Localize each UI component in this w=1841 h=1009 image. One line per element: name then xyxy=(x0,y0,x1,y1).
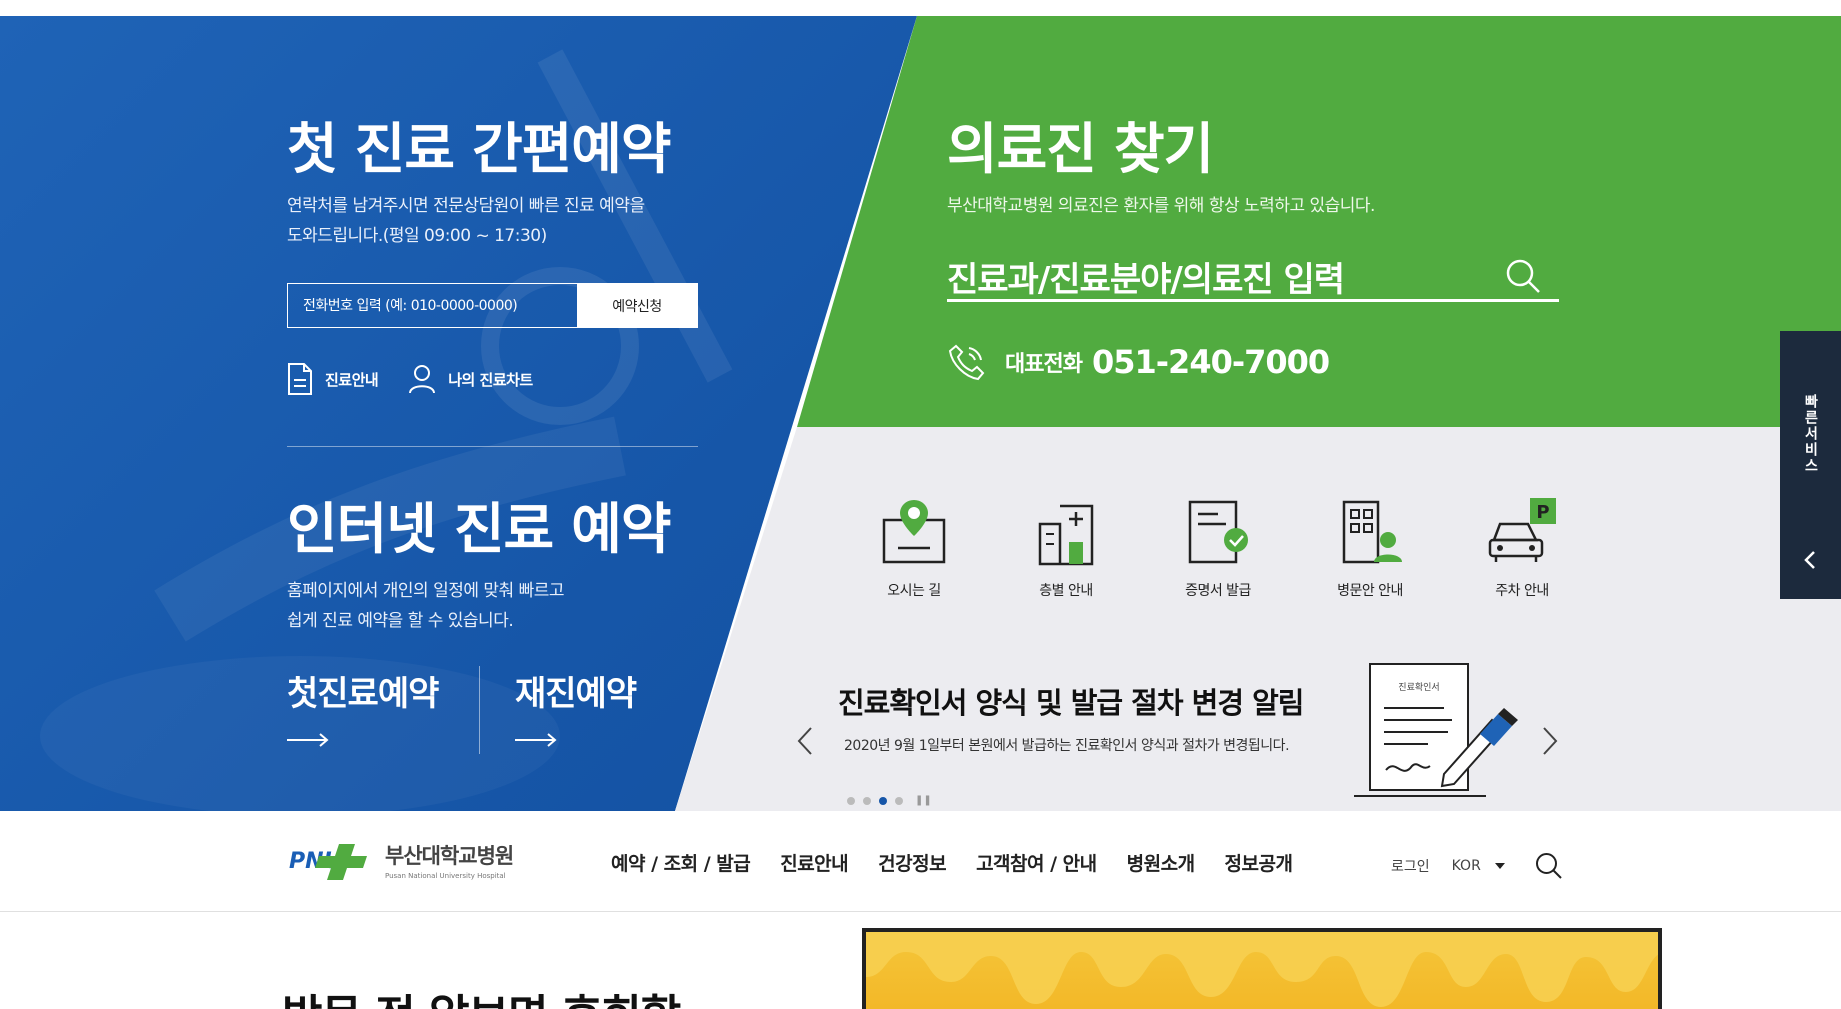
section-heading: 방문 전 알보면 후회할 xyxy=(282,980,681,1009)
my-chart-link-label: 나의 진료차트 xyxy=(448,370,533,389)
slider-dot[interactable] xyxy=(863,797,871,805)
utility-links: 로그인 KOR xyxy=(1391,852,1563,880)
service-directions[interactable]: 오시는 길 xyxy=(838,496,990,600)
arrow-right-icon xyxy=(287,733,329,747)
slider-dot[interactable] xyxy=(895,797,903,805)
my-chart-link[interactable]: 나의 진료차트 xyxy=(408,364,533,394)
login-link[interactable]: 로그인 xyxy=(1391,856,1430,876)
slider-pagination: ❚❚ xyxy=(847,796,932,806)
revisit-label: 재진예약 xyxy=(515,674,637,714)
svg-text:P: P xyxy=(1536,502,1549,523)
slider-dot[interactable] xyxy=(847,797,855,805)
service-floor-guide-label: 층별 안내 xyxy=(1039,583,1093,599)
service-certificate-label: 증명서 발급 xyxy=(1185,583,1251,599)
service-shortcuts: 오시는 길 층별 안내 증명서 발급 병문안 안내 P 주차 안내 xyxy=(838,496,1598,600)
first-visit-label: 첫진료예약 xyxy=(287,674,439,714)
main-navigation: PNU 부산대학교병원 Pusan National University Ho… xyxy=(0,811,1841,912)
reservation-options: 첫진료예약 재진예약 xyxy=(287,666,671,754)
service-visit-guide-label: 병문안 안내 xyxy=(1337,583,1403,599)
main-phone: 대표전화 051-240-7000 xyxy=(947,342,1330,382)
easy-reservation-desc-line2: 도와드립니다.(평일 09:00 ~ 17:30) xyxy=(287,226,547,246)
internet-reservation-desc-line2: 쉽게 진료 예약을 할 수 있습니다. xyxy=(287,611,514,631)
chevron-left-icon[interactable] xyxy=(1802,549,1818,571)
phone-icon xyxy=(948,344,985,381)
menu-treatment[interactable]: 진료안내 xyxy=(780,849,848,876)
notice-title[interactable]: 진료확인서 양식 및 발급 절차 변경 알림 xyxy=(838,680,1304,722)
logo-english: Pusan National University Hospital xyxy=(385,872,506,880)
honey-drip-image xyxy=(866,932,1658,1007)
person-icon xyxy=(409,365,436,394)
notice-document-illustration: 진료확인서 xyxy=(1354,663,1518,797)
service-directions-label: 오시는 길 xyxy=(887,583,941,599)
parking-car-icon: P xyxy=(1488,498,1556,562)
promo-banner[interactable] xyxy=(862,928,1662,1009)
notice-document-label: 진료확인서 xyxy=(1398,681,1439,693)
search-icon[interactable] xyxy=(1505,258,1541,294)
internet-reservation-desc-line1: 홈페이지에서 개인의 일정에 맞춰 빠르고 xyxy=(287,581,565,601)
pnu-logo-icon: PNU xyxy=(289,844,367,880)
doctor-search-field[interactable]: 진료과/진료분야/의료진 입력 xyxy=(947,252,1559,302)
slider-dot-active[interactable] xyxy=(879,797,887,805)
arrow-right-icon xyxy=(515,733,557,747)
building-floor-icon xyxy=(1038,504,1094,566)
slider-prev-icon[interactable] xyxy=(795,726,815,756)
tel-label: 대표전화 xyxy=(1005,352,1083,377)
first-visit-reservation-link[interactable]: 첫진료예약 xyxy=(287,666,479,754)
service-parking[interactable]: P 주차 안내 xyxy=(1446,496,1598,600)
tel-number: 051-240-7000 xyxy=(1091,343,1330,381)
find-doctor-title: 의료진 찾기 xyxy=(947,117,1214,181)
service-parking-label: 주차 안내 xyxy=(1495,583,1549,599)
slider-next-icon[interactable] xyxy=(1540,726,1560,756)
gnb-menu: 예약 / 조회 / 발급 진료안내 건강정보 고객참여 / 안내 병원소개 정보… xyxy=(611,849,1293,876)
slider-pause-icon[interactable]: ❚❚ xyxy=(915,796,932,806)
service-visit-guide[interactable]: 병문안 안내 xyxy=(1294,496,1446,600)
quick-links: 진료안내 나의 진료차트 xyxy=(287,363,533,395)
easy-reservation-desc: 연락처를 남겨주시면 전문상담원이 빠른 진료 예약을 도와드립니다.(평일 0… xyxy=(287,191,707,251)
language-label: KOR xyxy=(1451,858,1481,874)
phone-reservation-form: 예약신청 xyxy=(287,283,698,328)
internet-reservation-title: 인터넷 진료 예약 xyxy=(287,497,671,561)
hospital-logo[interactable]: PNU 부산대학교병원 Pusan National University Ho… xyxy=(287,838,514,882)
document-icon xyxy=(288,363,312,395)
quick-service-label: 빠른서비스 xyxy=(1802,394,1819,474)
find-doctor-desc: 부산대학교병원 의료진은 환자를 위해 항상 노력하고 있습니다. xyxy=(947,196,1375,216)
menu-health[interactable]: 건강정보 xyxy=(878,849,946,876)
service-certificate[interactable]: 증명서 발급 xyxy=(1142,496,1294,600)
menu-reservation[interactable]: 예약 / 조회 / 발급 xyxy=(611,849,751,876)
location-map-icon xyxy=(882,500,946,564)
caret-down-icon xyxy=(1494,863,1505,869)
page: 첫 진료 간편예약 연락처를 남겨주시면 전문상담원이 빠른 진료 예약을 도와… xyxy=(0,0,1841,1009)
quick-service-panel[interactable]: 빠른서비스 xyxy=(1780,331,1841,599)
guide-link-label: 진료안내 xyxy=(325,370,379,389)
divider xyxy=(287,446,698,447)
phone-input[interactable] xyxy=(288,284,577,327)
visit-building-icon xyxy=(1342,500,1402,564)
menu-disclosure[interactable]: 정보공개 xyxy=(1225,849,1293,876)
hero-section: 첫 진료 간편예약 연락처를 남겨주시면 전문상담원이 빠른 진료 예약을 도와… xyxy=(0,16,1841,811)
internet-reservation-desc: 홈페이지에서 개인의 일정에 맞춰 빠르고 쉽게 진료 예약을 할 수 있습니다… xyxy=(287,576,565,636)
language-select[interactable]: KOR xyxy=(1452,858,1505,874)
logo-text: 부산대학교병원 Pusan National University Hospit… xyxy=(385,840,514,880)
menu-customer[interactable]: 고객참여 / 안내 xyxy=(976,849,1097,876)
reserve-request-button[interactable]: 예약신청 xyxy=(577,284,697,327)
easy-reservation-desc-line1: 연락처를 남겨주시면 전문상담원이 빠른 진료 예약을 xyxy=(287,196,645,216)
certificate-icon xyxy=(1188,500,1248,564)
revisit-reservation-link[interactable]: 재진예약 xyxy=(479,666,671,754)
guide-link[interactable]: 진료안내 xyxy=(287,363,379,395)
service-floor-guide[interactable]: 층별 안내 xyxy=(990,496,1142,600)
search-icon[interactable] xyxy=(1535,852,1563,880)
doctor-search-input[interactable]: 진료과/진료분야/의료진 입력 xyxy=(947,252,1345,301)
easy-reservation-title: 첫 진료 간편예약 xyxy=(287,117,671,181)
logo-korean: 부산대학교병원 xyxy=(385,844,514,868)
menu-about[interactable]: 병원소개 xyxy=(1127,849,1195,876)
notice-desc: 2020년 9월 1일부터 본원에서 발급하는 진료확인서 양식과 절차가 변경… xyxy=(844,738,1290,754)
